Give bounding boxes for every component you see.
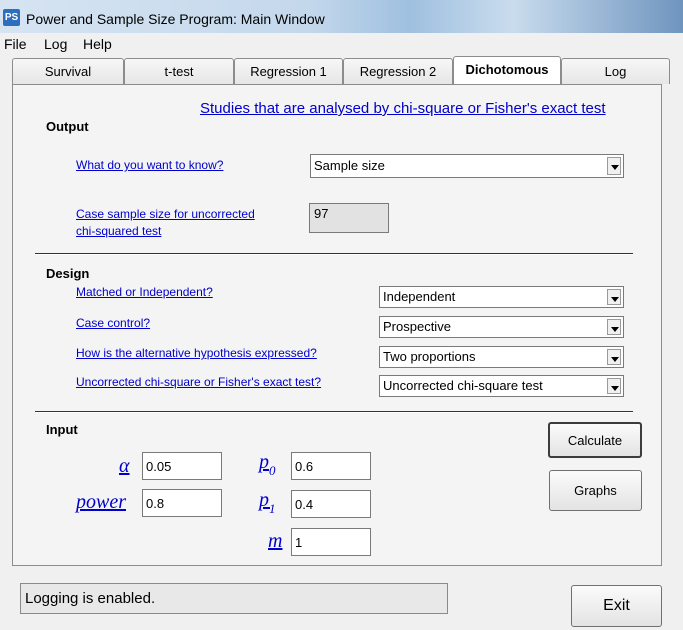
alpha-symbol-link[interactable]: α bbox=[119, 455, 130, 478]
p1-symbol: p bbox=[259, 489, 269, 511]
title-bar: PS Power and Sample Size Program: Main W… bbox=[0, 0, 683, 33]
what-to-know-select[interactable]: Sample size bbox=[310, 154, 624, 178]
test-type-label[interactable]: Uncorrected chi-square or Fisher's exact… bbox=[76, 375, 321, 389]
p1-subscript: 1 bbox=[269, 501, 276, 516]
dichotomous-panel: Studies that are analysed by chi-square … bbox=[12, 84, 662, 566]
alpha-input[interactable] bbox=[142, 452, 222, 480]
chevron-down-icon bbox=[607, 157, 621, 175]
tab-survival[interactable]: Survival bbox=[12, 58, 124, 84]
calculate-button[interactable]: Calculate bbox=[548, 422, 642, 458]
menu-help[interactable]: Help bbox=[83, 36, 112, 52]
result-label-line1[interactable]: Case sample size for uncorrected bbox=[76, 207, 255, 221]
chevron-down-icon bbox=[607, 289, 621, 305]
exit-button[interactable]: Exit bbox=[571, 585, 662, 627]
divider bbox=[35, 253, 633, 255]
what-to-know-label[interactable]: What do you want to know? bbox=[76, 158, 223, 172]
p0-symbol-link[interactable]: p0 bbox=[259, 451, 276, 478]
hypothesis-value: Two proportions bbox=[383, 349, 476, 364]
window-title: Power and Sample Size Program: Main Wind… bbox=[26, 11, 325, 27]
p1-input[interactable] bbox=[291, 490, 371, 518]
output-heading: Output bbox=[46, 119, 89, 134]
hypothesis-select[interactable]: Two proportions bbox=[379, 346, 624, 368]
result-label-line2[interactable]: chi-squared test bbox=[76, 224, 161, 238]
divider bbox=[35, 411, 633, 413]
input-heading: Input bbox=[46, 422, 78, 437]
chevron-down-icon bbox=[607, 378, 621, 394]
status-bar: Logging is enabled. bbox=[20, 583, 448, 614]
tab-t-test[interactable]: t-test bbox=[124, 58, 234, 84]
case-control-select[interactable]: Prospective bbox=[379, 316, 624, 338]
test-type-value: Uncorrected chi-square test bbox=[383, 378, 543, 393]
matched-independent-value: Independent bbox=[383, 289, 456, 304]
tab-regression-1[interactable]: Regression 1 bbox=[234, 58, 343, 84]
case-sample-size-output: 97 bbox=[309, 203, 389, 233]
design-heading: Design bbox=[46, 266, 90, 281]
power-symbol-link[interactable]: power bbox=[76, 491, 126, 514]
m-symbol-link[interactable]: m bbox=[268, 530, 282, 553]
tab-dichotomous[interactable]: Dichotomous bbox=[453, 56, 561, 84]
tab-regression-2[interactable]: Regression 2 bbox=[343, 58, 453, 84]
m-input[interactable] bbox=[291, 528, 371, 556]
case-control-label[interactable]: Case control? bbox=[76, 316, 150, 330]
case-control-value: Prospective bbox=[383, 319, 451, 334]
hypothesis-label[interactable]: How is the alternative hypothesis expres… bbox=[76, 346, 317, 360]
menu-log[interactable]: Log bbox=[44, 36, 67, 52]
what-to-know-value: Sample size bbox=[314, 158, 385, 173]
menu-file[interactable]: File bbox=[4, 36, 27, 52]
p0-symbol: p bbox=[259, 451, 269, 473]
test-type-select[interactable]: Uncorrected chi-square test bbox=[379, 375, 624, 397]
matched-independent-select[interactable]: Independent bbox=[379, 286, 624, 308]
chevron-down-icon bbox=[607, 349, 621, 365]
tab-log[interactable]: Log bbox=[561, 58, 670, 84]
graphs-button[interactable]: Graphs bbox=[549, 470, 642, 511]
app-icon: PS bbox=[3, 9, 20, 26]
p0-subscript: 0 bbox=[269, 463, 276, 478]
p0-input[interactable] bbox=[291, 452, 371, 480]
power-input[interactable] bbox=[142, 489, 222, 517]
chevron-down-icon bbox=[607, 319, 621, 335]
tab-strip: Survival t-test Regression 1 Regression … bbox=[12, 56, 672, 85]
menu-bar: File Log Help bbox=[0, 33, 683, 55]
matched-independent-label[interactable]: Matched or Independent? bbox=[76, 285, 213, 299]
studies-link[interactable]: Studies that are analysed by chi-square … bbox=[200, 100, 606, 117]
p1-symbol-link[interactable]: p1 bbox=[259, 489, 276, 516]
